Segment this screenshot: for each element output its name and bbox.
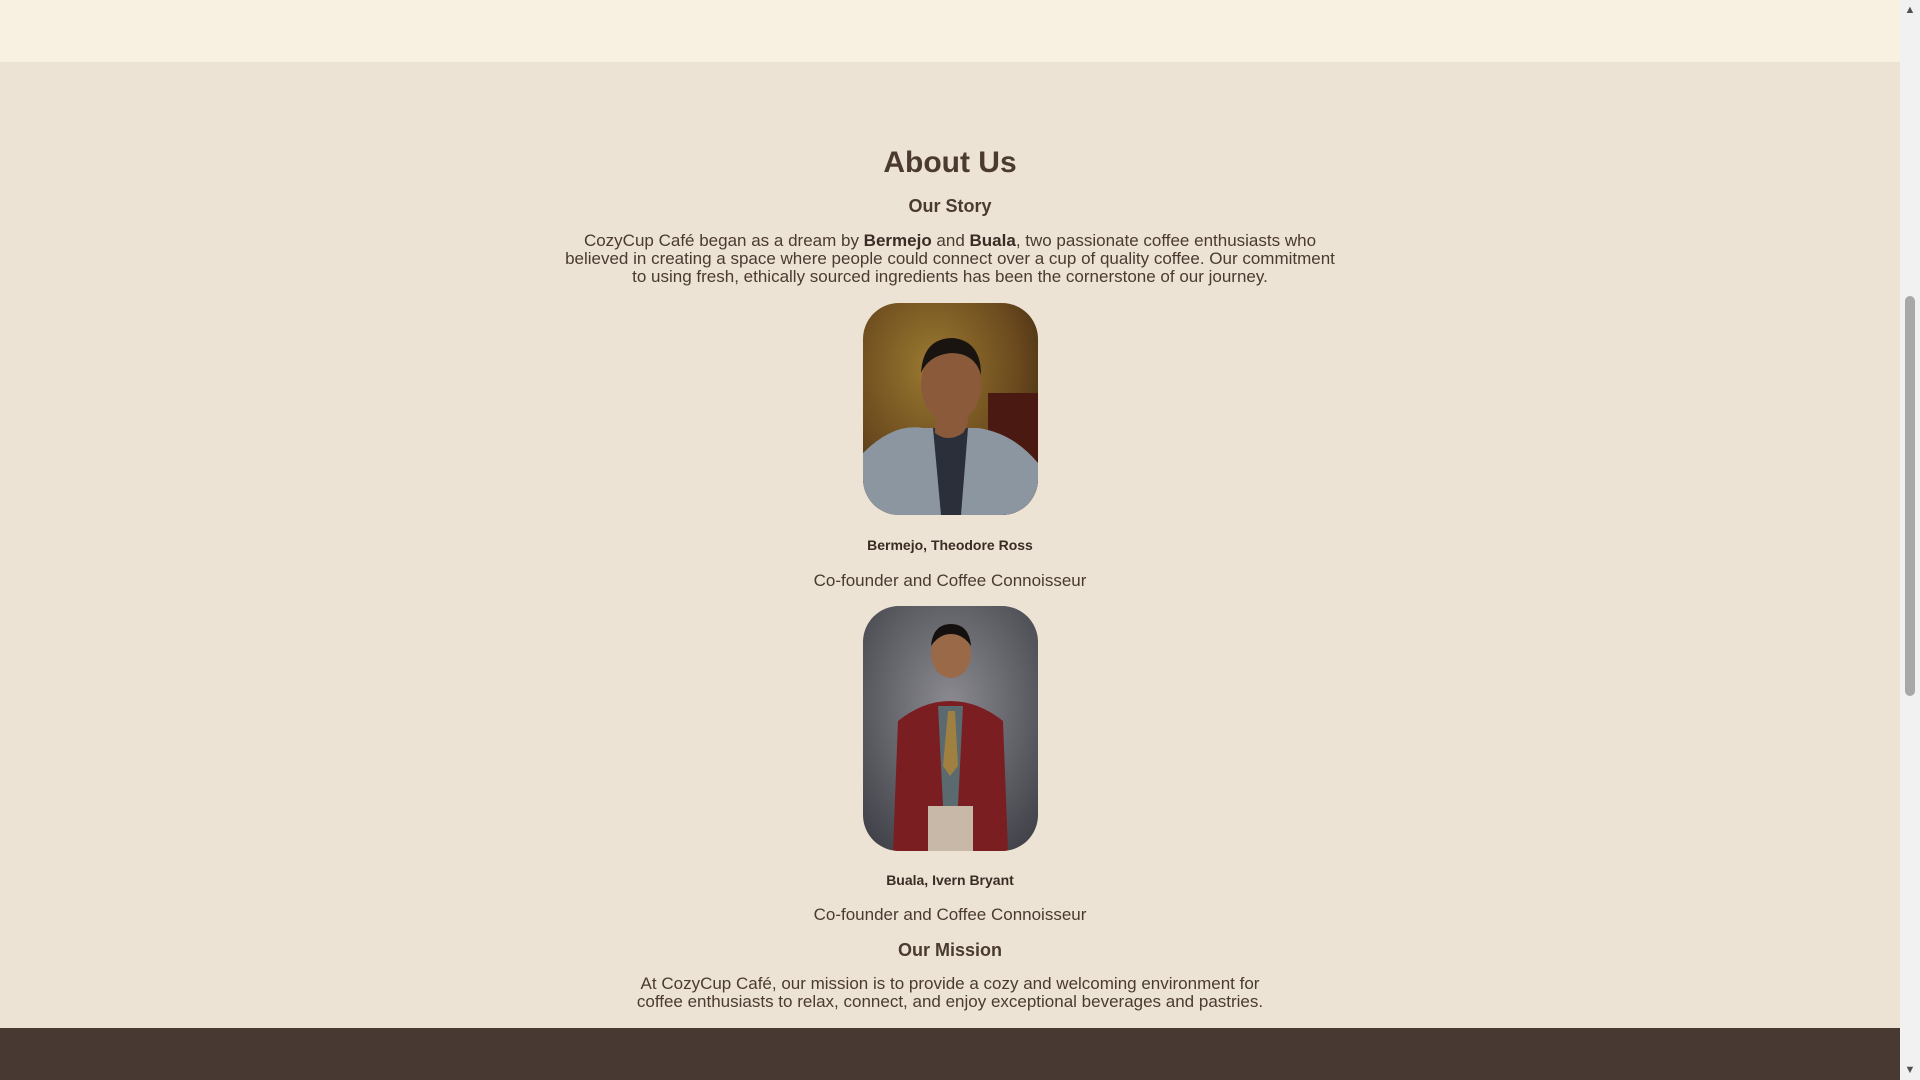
scrollbar-thumb[interactable] [1905,296,1915,696]
founder-role: Co-founder and Coffee Connoisseur [813,905,1087,924]
story-heading: Our Story [908,196,992,216]
founder-photo-buala [863,606,1038,851]
founder-name: Buala, Ivern Bryant [886,872,1014,888]
about-section: About Us Our Story CozyCup Café began as… [0,62,1900,1028]
mission-heading: Our Mission [897,940,1002,960]
header-band [0,0,1900,62]
founder-role: Co-founder and Coffee Connoisseur [813,571,1087,590]
vertical-scrollbar[interactable]: ▲ ▼ [1900,0,1920,1080]
founder-name: Bermejo, Theodore Ross [867,537,1033,553]
founder-name-bold: Buala [969,231,1016,250]
founder-photo-bermejo [863,303,1038,515]
footer [0,1028,1900,1080]
about-title: About Us [883,146,1017,179]
founder-name-bold: Bermejo [863,231,932,250]
mission-paragraph: At CozyCup Café, our mission is to provi… [636,974,1264,1011]
story-paragraph: CozyCup Café began as a dream by Bermejo… [565,231,1335,286]
scroll-up-arrow-icon[interactable]: ▲ [1900,0,1920,20]
scroll-down-arrow-icon[interactable]: ▼ [1900,1060,1920,1080]
